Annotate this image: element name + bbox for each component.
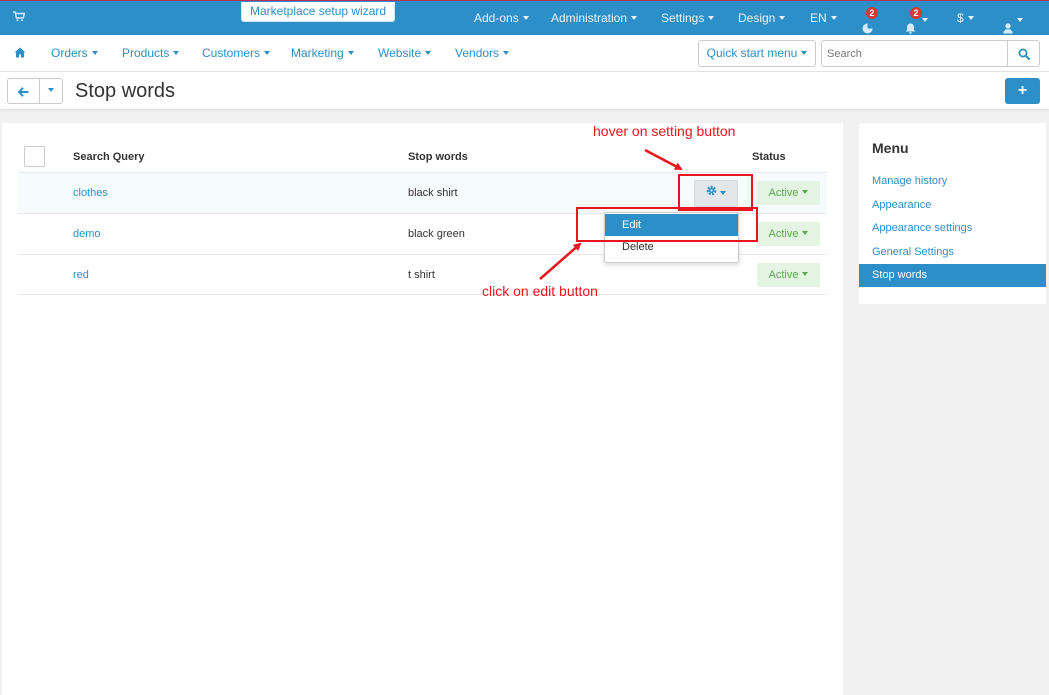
notifications-badge: 2 [866, 7, 878, 19]
main-menu-bar: Orders Products Customers Marketing Webs… [0, 35, 1049, 72]
column-header-status: Status [752, 151, 786, 163]
chevron-down-icon [1017, 18, 1023, 22]
chevron-down-icon [173, 50, 180, 55]
chevron-down-icon [922, 18, 928, 22]
chevron-down-icon [425, 50, 432, 55]
status-label: Active [768, 228, 799, 240]
status-label: Active [768, 187, 799, 199]
chevron-down-icon [802, 231, 809, 236]
alerts-button[interactable]: 2 [905, 1, 933, 36]
customers-menu-label: Customers [202, 46, 261, 60]
chevron-down-icon [802, 190, 809, 195]
arrow-left-icon [17, 86, 29, 100]
top-navigation-bar: Marketplace setup wizard Add-ons Adminis… [0, 0, 1049, 35]
sidebar-item-manage-history[interactable]: Manage history [859, 170, 1046, 193]
stop-words-cell: black shirt [408, 187, 458, 199]
chevron-down-icon [802, 272, 809, 277]
chevron-down-icon [522, 15, 529, 20]
alerts-badge: 2 [910, 7, 922, 19]
stop-words-cell: black green [408, 228, 465, 240]
chevron-down-icon [347, 50, 354, 55]
search-button[interactable] [1007, 40, 1040, 67]
search-query-link[interactable]: red [73, 269, 89, 281]
status-dropdown[interactable]: Active [757, 222, 820, 246]
chevron-down-icon [503, 50, 510, 55]
gear-highlight-box [678, 174, 753, 211]
edit-highlight-box [576, 207, 758, 242]
chevron-down-icon [801, 50, 808, 55]
status-label: Active [768, 269, 799, 281]
website-menu-label: Website [378, 46, 422, 60]
search-icon [1018, 48, 1030, 63]
language-menu-label: EN [810, 11, 827, 25]
sidebar-title: Menu [872, 140, 909, 156]
currency-menu-label: $ [957, 11, 964, 25]
chevron-down-icon [631, 15, 638, 20]
click-annotation-text: click on edit button [482, 283, 598, 299]
marketing-menu[interactable]: Marketing [291, 35, 354, 72]
page-header: Stop words + [0, 72, 1049, 110]
user-menu[interactable] [1003, 1, 1025, 36]
settings-menu-label: Settings [661, 11, 705, 25]
website-menu[interactable]: Website [378, 35, 432, 72]
sidebar-background [859, 304, 1046, 695]
notifications-button[interactable]: 2 [862, 1, 882, 36]
addons-menu[interactable]: Add-ons [474, 1, 529, 36]
sidebar-item-stop-words[interactable]: Stop words [859, 264, 1046, 287]
stop-words-cell: t shirt [408, 269, 435, 281]
column-header-search-query: Search Query [73, 151, 145, 163]
search-query-link[interactable]: clothes [73, 187, 108, 199]
administration-menu-label: Administration [551, 11, 628, 25]
chevron-down-icon [830, 15, 837, 20]
settings-menu[interactable]: Settings [661, 1, 715, 36]
customers-menu[interactable]: Customers [202, 35, 271, 72]
history-dropdown-button[interactable] [39, 78, 63, 104]
vendors-menu[interactable]: Vendors [455, 35, 510, 72]
quick-start-menu-label: Quick start menu [706, 46, 798, 60]
sidebar-menu: Menu Manage history Appearance Appearanc… [859, 123, 1046, 304]
products-menu-label: Products [122, 46, 170, 60]
page-title: Stop words [75, 80, 176, 102]
add-stop-word-button[interactable]: + [1005, 78, 1040, 104]
chevron-down-icon [779, 15, 786, 20]
design-menu-label: Design [738, 11, 776, 25]
design-menu[interactable]: Design [738, 1, 786, 36]
hover-annotation-text: hover on setting button [593, 123, 736, 139]
orders-menu[interactable]: Orders [51, 35, 98, 72]
chevron-down-icon [264, 50, 271, 55]
home-icon[interactable] [14, 47, 26, 61]
quick-start-menu-button[interactable]: Quick start menu [698, 40, 816, 67]
search-input[interactable] [821, 40, 1009, 67]
back-button[interactable] [7, 78, 40, 104]
chevron-down-icon [48, 87, 54, 92]
sidebar-item-general-settings[interactable]: General Settings [859, 241, 1046, 264]
marketplace-setup-wizard-button[interactable]: Marketplace setup wizard [241, 2, 396, 22]
marketing-menu-label: Marketing [291, 46, 344, 60]
language-menu[interactable]: EN [810, 1, 837, 36]
shopping-cart-icon[interactable] [13, 11, 27, 25]
addons-menu-label: Add-ons [474, 11, 519, 25]
search-query-link[interactable]: demo [73, 228, 101, 240]
chevron-down-icon [91, 50, 98, 55]
sidebar-item-appearance-settings[interactable]: Appearance settings [859, 217, 1046, 240]
status-dropdown[interactable]: Active [757, 181, 820, 205]
column-header-stop-words: Stop words [408, 151, 468, 163]
vendors-menu-label: Vendors [455, 46, 500, 60]
select-all-checkbox[interactable] [24, 146, 45, 167]
status-dropdown[interactable]: Active [757, 263, 820, 287]
sidebar-item-appearance[interactable]: Appearance [859, 194, 1046, 217]
orders-menu-label: Orders [51, 46, 88, 60]
administration-menu[interactable]: Administration [551, 1, 638, 36]
currency-menu[interactable]: $ [957, 1, 974, 36]
chevron-down-icon [967, 15, 974, 20]
products-menu[interactable]: Products [122, 35, 180, 72]
chevron-down-icon [708, 15, 715, 20]
